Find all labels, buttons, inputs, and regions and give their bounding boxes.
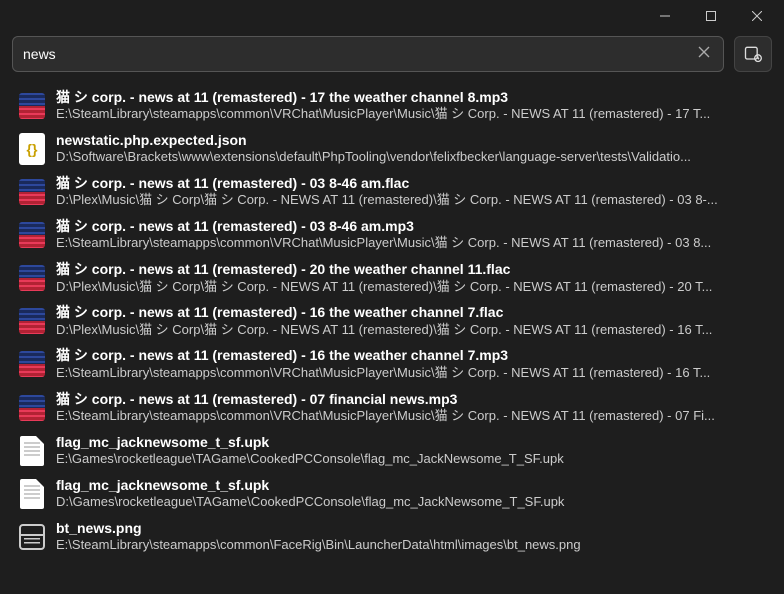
result-path: D:\Software\Brackets\www\extensions\defa…	[56, 149, 766, 166]
result-item[interactable]: newstatic.php.expected.jsonD:\Software\B…	[12, 127, 772, 170]
result-title: newstatic.php.expected.json	[56, 131, 766, 149]
result-text: 猫 シ corp. - news at 11 (remastered) - 16…	[56, 346, 766, 381]
result-title: 猫 シ corp. - news at 11 (remastered) - 20…	[56, 260, 766, 278]
result-item[interactable]: 猫 シ corp. - news at 11 (remastered) - 07…	[12, 386, 772, 429]
result-text: 猫 シ corp. - news at 11 (remastered) - 03…	[56, 174, 766, 209]
result-title: bt_news.png	[56, 519, 766, 537]
result-item[interactable]: flag_mc_jacknewsome_t_sf.upkD:\Games\roc…	[12, 472, 772, 515]
result-path: E:\SteamLibrary\steamapps\common\VRChat\…	[56, 235, 766, 252]
album-art-icon	[19, 265, 45, 291]
generic-file-icon	[20, 479, 44, 509]
close-button[interactable]	[734, 1, 780, 31]
result-path: E:\SteamLibrary\steamapps\common\VRChat\…	[56, 408, 766, 425]
minimize-button[interactable]	[642, 1, 688, 31]
result-title: 猫 シ corp. - news at 11 (remastered) - 03…	[56, 217, 766, 235]
result-text: bt_news.pngE:\SteamLibrary\steamapps\com…	[56, 519, 766, 554]
file-icon	[18, 90, 46, 122]
json-file-icon	[19, 133, 45, 165]
result-title: 猫 シ corp. - news at 11 (remastered) - 07…	[56, 390, 766, 408]
file-icon	[18, 521, 46, 553]
file-icon	[18, 478, 46, 510]
album-art-icon	[19, 308, 45, 334]
clear-icon[interactable]	[695, 43, 713, 66]
result-item[interactable]: flag_mc_jacknewsome_t_sf.upkE:\Games\roc…	[12, 429, 772, 472]
result-text: 猫 シ corp. - news at 11 (remastered) - 03…	[56, 217, 766, 252]
result-title: 猫 シ corp. - news at 11 (remastered) - 17…	[56, 88, 766, 106]
search-box[interactable]	[12, 36, 724, 72]
album-art-icon	[19, 351, 45, 377]
image-file-icon	[19, 524, 45, 550]
result-title: 猫 シ corp. - news at 11 (remastered) - 16…	[56, 346, 766, 364]
result-item[interactable]: bt_news.pngE:\SteamLibrary\steamapps\com…	[12, 515, 772, 558]
result-item[interactable]: 猫 シ corp. - news at 11 (remastered) - 03…	[12, 213, 772, 256]
result-path: D:\Plex\Music\猫 シ Corp\猫 シ Corp. - NEWS …	[56, 322, 766, 339]
file-icon	[18, 133, 46, 165]
file-icon	[18, 219, 46, 251]
result-title: flag_mc_jacknewsome_t_sf.upk	[56, 476, 766, 494]
result-item[interactable]: 猫 シ corp. - news at 11 (remastered) - 16…	[12, 342, 772, 385]
result-text: flag_mc_jacknewsome_t_sf.upkD:\Games\roc…	[56, 476, 766, 511]
result-path: E:\SteamLibrary\steamapps\common\FaceRig…	[56, 537, 766, 554]
result-path: E:\Games\rocketleague\TAGame\CookedPCCon…	[56, 451, 766, 468]
search-row	[0, 32, 784, 80]
result-item[interactable]: 猫 シ corp. - news at 11 (remastered) - 03…	[12, 170, 772, 213]
search-input[interactable]	[23, 46, 695, 62]
result-title: 猫 シ corp. - news at 11 (remastered) - 16…	[56, 303, 766, 321]
file-icon	[18, 262, 46, 294]
result-item[interactable]: 猫 シ corp. - news at 11 (remastered) - 20…	[12, 256, 772, 299]
result-title: 猫 シ corp. - news at 11 (remastered) - 03…	[56, 174, 766, 192]
result-path: D:\Plex\Music\猫 シ Corp\猫 シ Corp. - NEWS …	[56, 192, 766, 209]
file-icon	[18, 435, 46, 467]
album-art-icon	[19, 93, 45, 119]
result-text: 猫 シ corp. - news at 11 (remastered) - 07…	[56, 390, 766, 425]
result-item[interactable]: 猫 シ corp. - news at 11 (remastered) - 16…	[12, 299, 772, 342]
result-path: E:\SteamLibrary\steamapps\common\VRChat\…	[56, 106, 766, 123]
album-art-icon	[19, 179, 45, 205]
result-text: 猫 シ corp. - news at 11 (remastered) - 16…	[56, 303, 766, 338]
result-path: D:\Games\rocketleague\TAGame\CookedPCCon…	[56, 494, 766, 511]
result-text: newstatic.php.expected.jsonD:\Software\B…	[56, 131, 766, 166]
result-path: D:\Plex\Music\猫 シ Corp\猫 シ Corp. - NEWS …	[56, 279, 766, 296]
album-art-icon	[19, 222, 45, 248]
filter-button[interactable]	[734, 36, 772, 72]
album-art-icon	[19, 395, 45, 421]
result-text: 猫 シ corp. - news at 11 (remastered) - 17…	[56, 88, 766, 123]
maximize-button[interactable]	[688, 1, 734, 31]
result-item[interactable]: 猫 シ corp. - news at 11 (remastered) - 17…	[12, 84, 772, 127]
result-text: 猫 シ corp. - news at 11 (remastered) - 20…	[56, 260, 766, 295]
file-icon	[18, 176, 46, 208]
result-text: flag_mc_jacknewsome_t_sf.upkE:\Games\roc…	[56, 433, 766, 468]
titlebar	[0, 0, 784, 32]
file-icon	[18, 392, 46, 424]
result-path: E:\SteamLibrary\steamapps\common\VRChat\…	[56, 365, 766, 382]
generic-file-icon	[20, 436, 44, 466]
file-icon	[18, 305, 46, 337]
result-title: flag_mc_jacknewsome_t_sf.upk	[56, 433, 766, 451]
results-list: 猫 シ corp. - news at 11 (remastered) - 17…	[0, 80, 784, 594]
file-icon	[18, 348, 46, 380]
